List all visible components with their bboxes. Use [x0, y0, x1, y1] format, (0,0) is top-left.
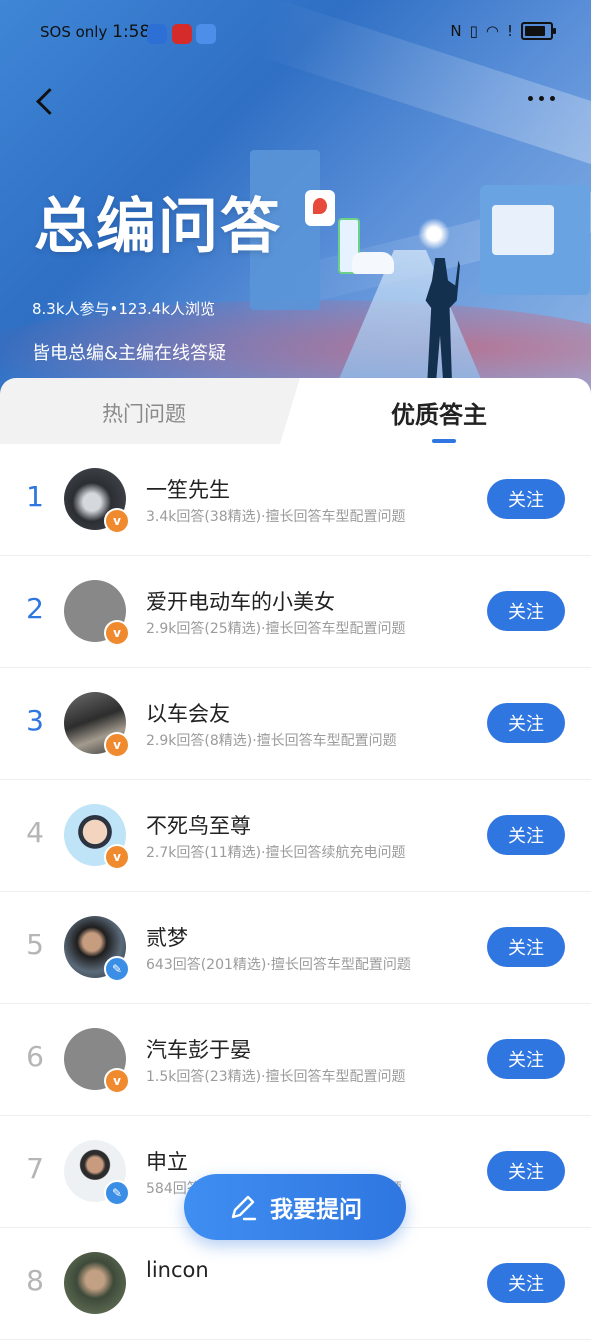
rank-number: 5 — [26, 928, 44, 961]
pro-badge-icon: ✎ — [104, 1180, 130, 1206]
pencil-icon — [231, 1195, 257, 1221]
status-right: N ▯ ◠ ! — [450, 22, 556, 40]
expert-meta: 643回答(201精选)·擅长回答车型配置问题 — [146, 957, 411, 973]
list-item[interactable]: 4 v 不死鸟至尊 2.7k回答(11精选)·擅长回答续航充电问题 关注 — [0, 780, 591, 892]
rank-number: 2 — [26, 592, 44, 625]
more-options-button[interactable] — [528, 96, 564, 108]
battery-icon — [521, 22, 556, 40]
vibrate-icon: ▯ — [469, 22, 478, 40]
expert-name[interactable]: 贰梦 — [146, 922, 188, 952]
follow-button[interactable]: 关注 — [487, 927, 565, 967]
nfc-icon: N — [450, 22, 462, 40]
ask-button-label: 我要提问 — [270, 1197, 362, 1223]
verified-v-badge-icon: v — [104, 844, 130, 870]
expert-name[interactable]: 不死鸟至尊 — [146, 810, 251, 840]
list-item[interactable]: 1 v 一笙先生 3.4k回答(38精选)·擅长回答车型配置问题 关注 — [0, 444, 591, 556]
follow-button[interactable]: 关注 — [487, 479, 565, 519]
rank-number: 4 — [26, 816, 44, 849]
tab-label: 优质答主 — [391, 401, 487, 429]
rank-number: 6 — [26, 1040, 44, 1073]
list-item[interactable]: 3 v 以车会友 2.9k回答(8精选)·擅长回答车型配置问题 关注 — [0, 668, 591, 780]
pro-badge-icon: ✎ — [104, 956, 130, 982]
wifi-icon: ◠ — [485, 22, 499, 40]
status-left: SOS only 1:58 — [40, 22, 150, 42]
rank-number: 8 — [26, 1264, 44, 1297]
tab-bar: 热门问题 优质答主 — [0, 378, 591, 444]
follow-button[interactable]: 关注 — [487, 815, 565, 855]
rank-number: 1 — [26, 480, 44, 513]
follow-button[interactable]: 关注 — [487, 1151, 565, 1191]
expert-meta: 2.9k回答(25精选)·擅长回答车型配置问题 — [146, 621, 406, 637]
light-burst — [418, 218, 450, 250]
expert-meta: 3.4k回答(38精选)·擅长回答车型配置问题 — [146, 509, 406, 525]
rank-number: 3 — [26, 704, 44, 737]
mail-app-icon — [196, 24, 216, 44]
tab-indicator — [432, 439, 456, 443]
list-item[interactable]: 5 ✎ 贰梦 643回答(201精选)·擅长回答车型配置问题 关注 — [0, 892, 591, 1004]
ask-question-button[interactable]: 我要提问 — [184, 1174, 406, 1240]
page-title: 总编问答 — [34, 192, 282, 262]
follow-button[interactable]: 关注 — [487, 703, 565, 743]
dot-icon — [539, 96, 544, 101]
hero-stats: 8.3k人参与•123.4k人浏览 — [32, 300, 216, 318]
news-app-icon — [172, 24, 192, 44]
dot-icon — [550, 96, 555, 101]
tab-label: 热门问题 — [102, 402, 186, 426]
avatar[interactable] — [64, 1252, 126, 1314]
dot-icon — [528, 96, 533, 101]
hero-billboard — [492, 205, 554, 255]
list-item[interactable]: 2 v 爱开电动车的小美女 2.9k回答(25精选)·擅长回答车型配置问题 关注 — [0, 556, 591, 668]
expert-name[interactable]: 一笙先生 — [146, 474, 230, 504]
follow-button[interactable]: 关注 — [487, 1039, 565, 1079]
hero-subtitle: 皆电总编&主编在线答疑 — [32, 343, 227, 364]
rank-number: 7 — [26, 1152, 44, 1185]
verified-v-badge-icon: v — [104, 732, 130, 758]
follow-button[interactable]: 关注 — [487, 591, 565, 631]
list-item[interactable]: 6 v 汽车彭于晏 1.5k回答(23精选)·擅长回答车型配置问题 关注 — [0, 1004, 591, 1116]
verified-v-badge-icon: v — [104, 508, 130, 534]
carrier-text: SOS only — [40, 23, 108, 41]
follow-button[interactable]: 关注 — [487, 1263, 565, 1303]
expert-name[interactable]: 申立 — [146, 1146, 188, 1176]
expert-meta: 2.9k回答(8精选)·擅长回答车型配置问题 — [146, 733, 397, 749]
expert-name[interactable]: 爱开电动车的小美女 — [146, 586, 335, 616]
expert-name[interactable]: lincon — [146, 1258, 209, 1282]
tab-hot-questions[interactable]: 热门问题 — [0, 378, 300, 444]
expert-name[interactable]: 汽车彭于晏 — [146, 1034, 251, 1064]
car-icon — [352, 252, 394, 274]
list-item[interactable]: 8 lincon 关注 — [0, 1228, 591, 1340]
shield-app-icon — [147, 24, 167, 44]
alert-icon: ! — [506, 22, 513, 40]
status-bar: SOS only 1:58 N ▯ ◠ ! — [0, 0, 591, 66]
location-pin-icon — [305, 190, 335, 226]
verified-v-badge-icon: v — [104, 620, 130, 646]
expert-meta: 1.5k回答(23精选)·擅长回答车型配置问题 — [146, 1069, 406, 1085]
clock: 1:58 — [112, 22, 151, 42]
verified-v-badge-icon: v — [104, 1068, 130, 1094]
expert-name[interactable]: 以车会友 — [146, 698, 230, 728]
back-button[interactable] — [30, 84, 62, 120]
expert-meta: 2.7k回答(11精选)·擅长回答续航充电问题 — [146, 845, 406, 861]
